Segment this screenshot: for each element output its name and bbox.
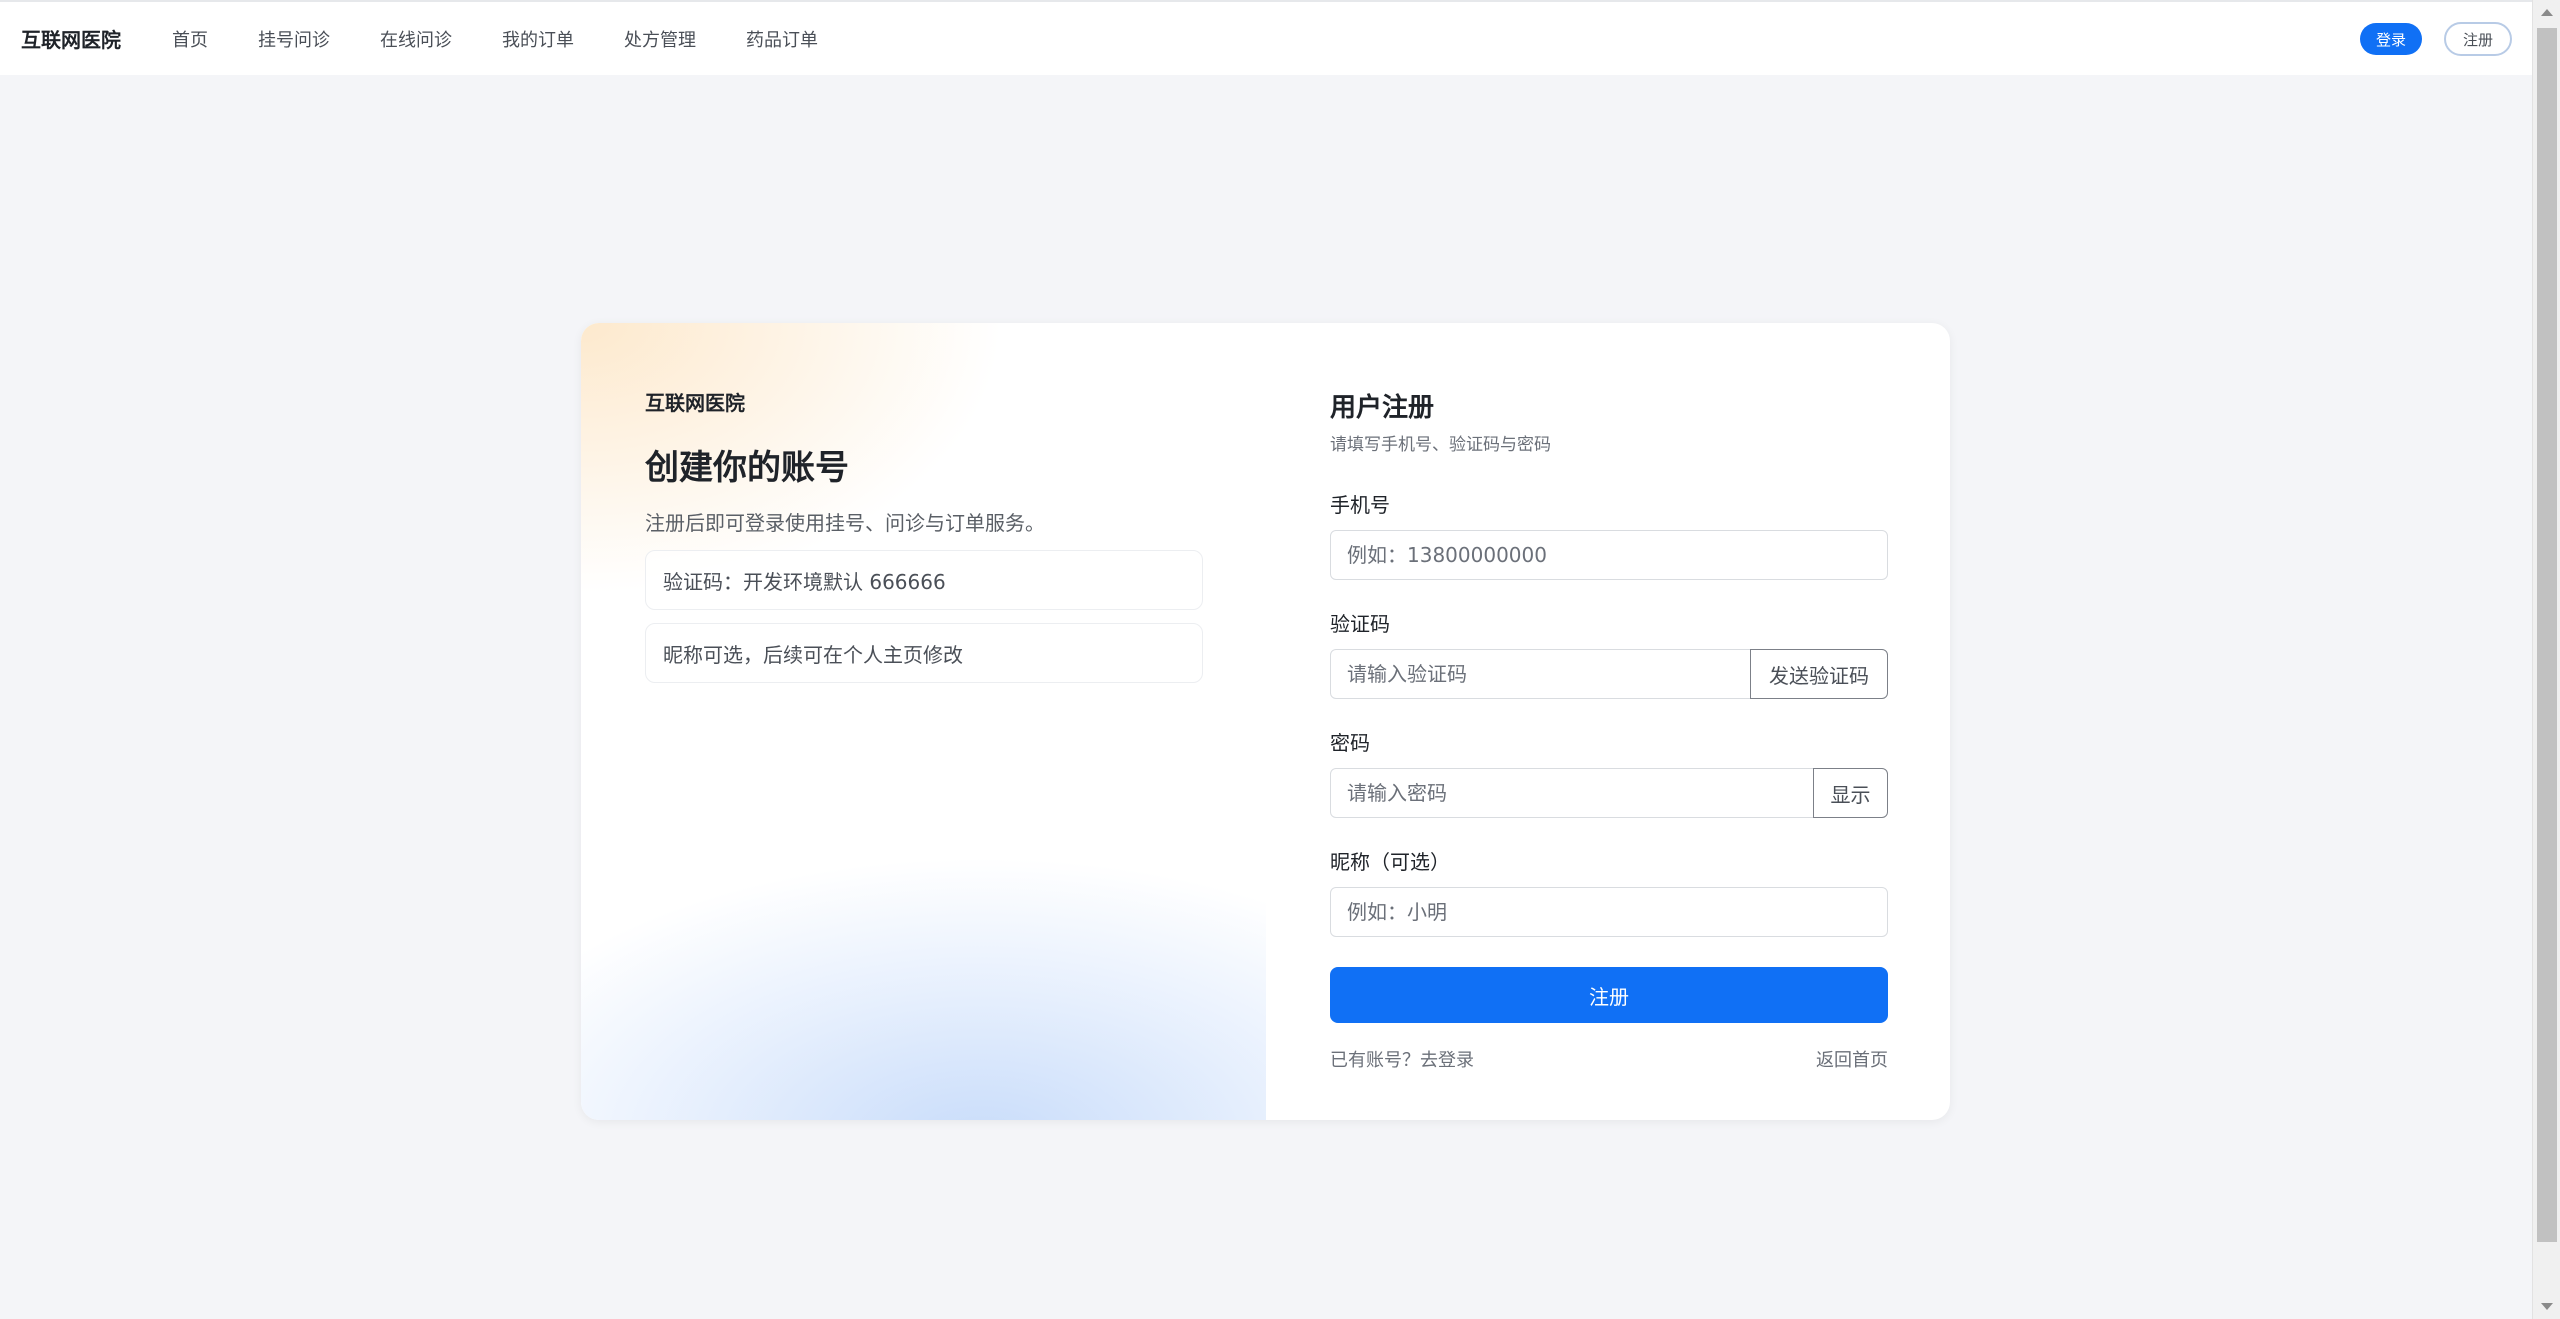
register-card: 互联网医院 创建你的账号 注册后即可登录使用挂号、问诊与订单服务。 验证码：开发… xyxy=(581,323,1950,1120)
nav-link-drug-orders[interactable]: 药品订单 xyxy=(721,26,843,52)
nickname-label: 昵称（可选） xyxy=(1330,850,1450,874)
nav-links: 首页 挂号问诊 在线问诊 我的订单 处方管理 药品订单 xyxy=(147,26,843,52)
nav-auth-buttons: 登录 注册 xyxy=(2360,22,2512,56)
code-row: 发送验证码 xyxy=(1330,649,1888,699)
intro-panel: 互联网医院 创建你的账号 注册后即可登录使用挂号、问诊与订单服务。 验证码：开发… xyxy=(581,323,1266,1120)
intro-note-code: 验证码：开发环境默认 666666 xyxy=(645,550,1203,610)
nav-link-prescriptions[interactable]: 处方管理 xyxy=(599,26,721,52)
intro-brand: 互联网医院 xyxy=(645,391,745,415)
password-input[interactable] xyxy=(1330,768,1814,818)
code-label: 验证码 xyxy=(1330,612,1390,636)
nickname-input[interactable] xyxy=(1330,887,1888,937)
nickname-row xyxy=(1330,887,1888,937)
nav-link-registration[interactable]: 挂号问诊 xyxy=(233,26,355,52)
password-label: 密码 xyxy=(1330,731,1370,755)
scroll-thumb[interactable] xyxy=(2537,28,2557,1242)
intro-description: 注册后即可登录使用挂号、问诊与订单服务。 xyxy=(645,511,1045,535)
form-footer-links: 已有账号？去登录 返回首页 xyxy=(1330,1046,1888,1072)
register-button[interactable]: 注册 xyxy=(2444,22,2512,56)
submit-register-button[interactable]: 注册 xyxy=(1330,967,1888,1023)
back-home-link[interactable]: 返回首页 xyxy=(1816,1046,1888,1072)
show-password-button[interactable]: 显示 xyxy=(1813,768,1888,818)
form-title: 用户注册 xyxy=(1330,393,1435,423)
form-subtitle: 请填写手机号、验证码与密码 xyxy=(1330,435,1551,455)
brand-logo-text[interactable]: 互联网医院 xyxy=(21,24,121,53)
send-code-button[interactable]: 发送验证码 xyxy=(1750,649,1888,699)
phone-label: 手机号 xyxy=(1330,493,1390,517)
login-button[interactable]: 登录 xyxy=(2360,23,2422,55)
phone-row xyxy=(1330,530,1888,580)
top-navbar: 互联网医院 首页 挂号问诊 在线问诊 我的订单 处方管理 药品订单 登录 注册 xyxy=(0,0,2532,75)
phone-input[interactable] xyxy=(1330,530,1888,580)
password-row: 显示 xyxy=(1330,768,1888,818)
nav-link-home[interactable]: 首页 xyxy=(147,26,233,52)
scroll-up-arrow-icon[interactable] xyxy=(2541,9,2553,16)
page-scrollbar[interactable] xyxy=(2532,0,2560,1319)
intro-title: 创建你的账号 xyxy=(645,448,849,488)
register-form: 用户注册 请填写手机号、验证码与密码 手机号 验证码 发送验证码 密码 显示 昵… xyxy=(1266,323,1950,1120)
go-login-link[interactable]: 已有账号？去登录 xyxy=(1330,1046,1474,1072)
nav-link-my-orders[interactable]: 我的订单 xyxy=(477,26,599,52)
scroll-down-arrow-icon[interactable] xyxy=(2541,1303,2553,1310)
intro-note-nickname: 昵称可选，后续可在个人主页修改 xyxy=(645,623,1203,683)
nav-link-online-consult[interactable]: 在线问诊 xyxy=(355,26,477,52)
code-input[interactable] xyxy=(1330,649,1751,699)
